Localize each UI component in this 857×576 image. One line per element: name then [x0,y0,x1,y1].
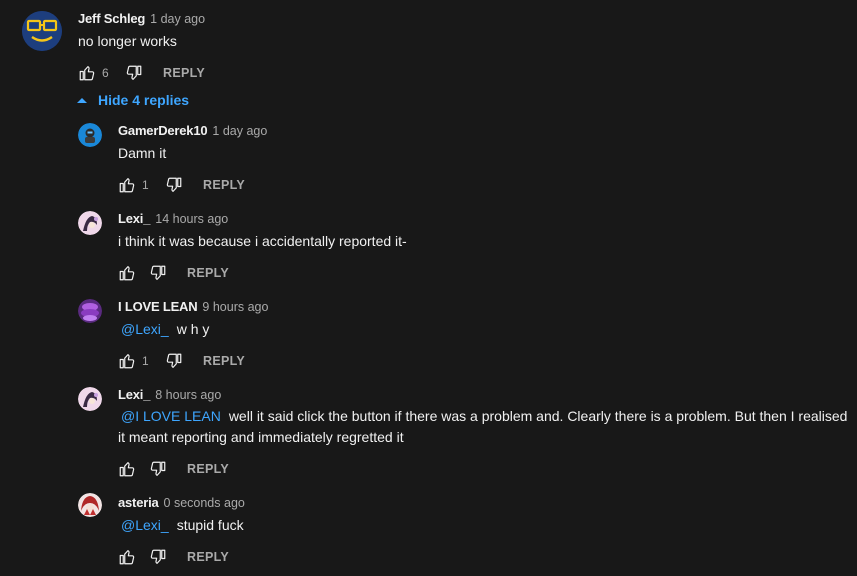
comment-header: I LOVE LEAN 9 hours ago [118,299,268,314]
thumbs-up-icon [79,66,95,81]
comment-actions: 1 REPLY [117,173,245,197]
dislike-button[interactable] [148,459,168,479]
thumbs-down-icon [166,177,182,192]
thumbs-down-icon [150,549,166,564]
avatar[interactable] [78,299,102,323]
comment-text-content: w h y [176,321,210,337]
comment-header: GamerDerek10 1 day ago [118,123,267,138]
comment-text: @I LOVE LEAN well it said click the butto… [118,406,851,448]
mention-link[interactable]: @Lexi_ [121,321,169,337]
like-count: 6 [102,66,109,80]
hide-replies-toggle[interactable]: Hide 4 replies [76,92,189,108]
comment-text-content: Damn it [118,145,167,161]
comment-text: @Lexi_ w h y [118,319,851,340]
timestamp[interactable]: 8 hours ago [155,388,221,402]
like-count: 1 [142,354,149,368]
avatar[interactable] [78,123,102,147]
thumbs-up-icon [119,462,135,477]
like-button[interactable] [117,547,137,567]
thumbs-down-icon [150,265,166,280]
caret-up-icon [77,98,87,103]
avatar[interactable] [78,493,102,517]
thumbs-up-icon [119,550,135,565]
comment-text: no longer works [78,31,851,52]
dislike-button[interactable] [148,547,168,567]
comment-header: Jeff Schleg 1 day ago [78,11,205,26]
comment-actions: REPLY [117,457,229,481]
author-name[interactable]: asteria [118,495,159,510]
dislike-button[interactable] [148,263,168,283]
comment-actions: REPLY [117,545,229,569]
avatar[interactable] [78,387,102,411]
reply-button[interactable]: REPLY [187,550,229,564]
thumbs-up-icon [119,178,135,193]
avatar[interactable] [22,11,62,51]
author-name[interactable]: I LOVE LEAN [118,299,198,314]
avatar[interactable] [78,211,102,235]
timestamp[interactable]: 0 seconds ago [164,496,245,510]
thumbs-down-icon [166,353,182,368]
reply-button[interactable]: REPLY [187,266,229,280]
timestamp[interactable]: 1 day ago [212,124,267,138]
thumbs-down-icon [126,65,142,80]
reply-button[interactable]: REPLY [163,66,205,80]
timestamp[interactable]: 9 hours ago [202,300,268,314]
comment-text: @Lexi_ stupid fuck [118,515,851,536]
like-button[interactable] [77,63,97,83]
thumbs-down-icon [150,461,166,476]
author-name[interactable]: Lexi_ [118,387,150,402]
author-name[interactable]: Lexi_ [118,211,150,226]
comment-text-content: no longer works [78,33,177,49]
reply-button[interactable]: REPLY [187,462,229,476]
comment-text-content: well it said click the button if there w… [118,408,848,445]
thumbs-up-icon [119,266,135,281]
dislike-button[interactable] [164,175,184,195]
comment-actions: 1 REPLY [117,349,245,373]
reply-button[interactable]: REPLY [203,178,245,192]
comment-text: Damn it [118,143,851,164]
timestamp[interactable]: 14 hours ago [155,212,228,226]
hide-replies-label: Hide 4 replies [98,92,190,108]
comment-header: Lexi_ 14 hours ago [118,211,228,226]
like-button[interactable] [117,459,137,479]
dislike-button[interactable] [164,351,184,371]
mention-link[interactable]: @Lexi_ [121,517,169,533]
comment-actions: REPLY [117,261,229,285]
comment-text-content: stupid fuck [176,517,244,533]
dislike-button[interactable] [124,63,144,83]
author-name[interactable]: GamerDerek10 [118,123,208,138]
like-button[interactable] [117,175,137,195]
author-name[interactable]: Jeff Schleg [78,11,145,26]
mention-link[interactable]: @I LOVE LEAN [121,408,221,424]
comment-header: asteria 0 seconds ago [118,495,245,510]
like-count: 1 [142,178,149,192]
reply-button[interactable]: REPLY [203,354,245,368]
comment-text-content: i think it was because i accidentally re… [118,233,407,249]
comment-header: Lexi_ 8 hours ago [118,387,221,402]
comment-text: i think it was because i accidentally re… [118,231,851,252]
like-button[interactable] [117,351,137,371]
like-button[interactable] [117,263,137,283]
timestamp[interactable]: 1 day ago [150,12,205,26]
thumbs-up-icon [119,354,135,369]
comment-actions: 6 REPLY [77,61,205,85]
